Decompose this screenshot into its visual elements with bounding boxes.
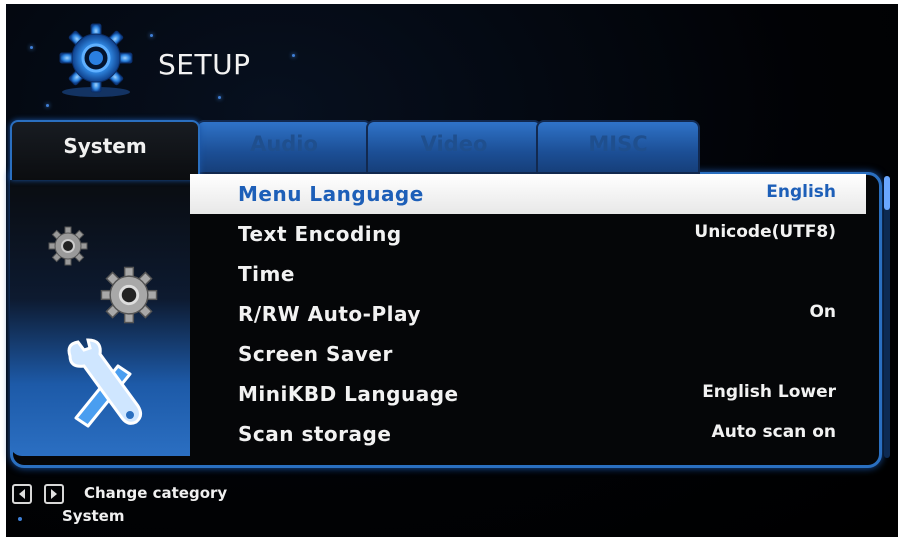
menu-item-label: Time — [238, 262, 295, 286]
tab-video[interactable]: Video — [366, 120, 542, 174]
menu-item-auto-play[interactable]: R/RW Auto-Play On — [190, 294, 866, 334]
scrollbar[interactable] — [884, 176, 890, 458]
arrow-right-icon — [44, 484, 64, 504]
tab-label: Video — [420, 132, 488, 156]
menu-item-label: Text Encoding — [238, 222, 402, 246]
menu-item-value: Auto scan on — [711, 422, 836, 442]
menu-item-label: MiniKBD Language — [238, 382, 459, 406]
tab-system[interactable]: System — [10, 120, 200, 180]
tab-label: System — [63, 134, 147, 158]
arrow-left-icon — [12, 484, 32, 504]
menu-item-label: R/RW Auto-Play — [238, 302, 421, 326]
menu-item-label: Menu Language — [238, 182, 424, 206]
sparkle-decoration — [292, 54, 295, 57]
gear-icon — [48, 226, 88, 266]
menu-item-value: On — [809, 302, 836, 322]
wrench-icon — [67, 338, 143, 428]
settings-list: Menu Language English Text Encoding Unic… — [190, 174, 866, 454]
tab-label: Audio — [250, 132, 318, 156]
menu-item-minikbd-language[interactable]: MiniKBD Language English Lower — [190, 374, 866, 414]
menu-item-time[interactable]: Time — [190, 254, 866, 294]
sparkle-decoration — [30, 46, 33, 49]
menu-item-scan-storage[interactable]: Scan storage Auto scan on — [190, 414, 866, 454]
gear-icon — [100, 266, 158, 324]
sparkle-decoration — [218, 96, 221, 99]
menu-item-label: Scan storage — [238, 422, 392, 446]
sparkle-decoration — [46, 104, 49, 107]
menu-item-screen-saver[interactable]: Screen Saver — [190, 334, 866, 374]
menu-item-label: Screen Saver — [238, 342, 393, 366]
sparkle-decoration — [150, 34, 153, 37]
menu-item-value: English Lower — [702, 382, 836, 402]
menu-item-menu-language[interactable]: Menu Language English — [190, 174, 866, 214]
scrollbar-thumb[interactable] — [884, 176, 890, 210]
menu-item-value: English — [766, 182, 836, 202]
hint-text: Change category — [84, 484, 228, 502]
page-title: SETUP — [158, 48, 251, 81]
menu-item-value: Unicode(UTF8) — [694, 222, 836, 242]
tab-audio[interactable]: Audio — [196, 120, 372, 174]
gear-icon — [59, 23, 133, 97]
menu-item-text-encoding[interactable]: Text Encoding Unicode(UTF8) — [190, 214, 866, 254]
sparkle-decoration — [18, 517, 22, 521]
current-category: System — [62, 507, 125, 525]
tab-misc[interactable]: MISC — [536, 120, 700, 174]
tab-label: MISC — [588, 132, 648, 156]
